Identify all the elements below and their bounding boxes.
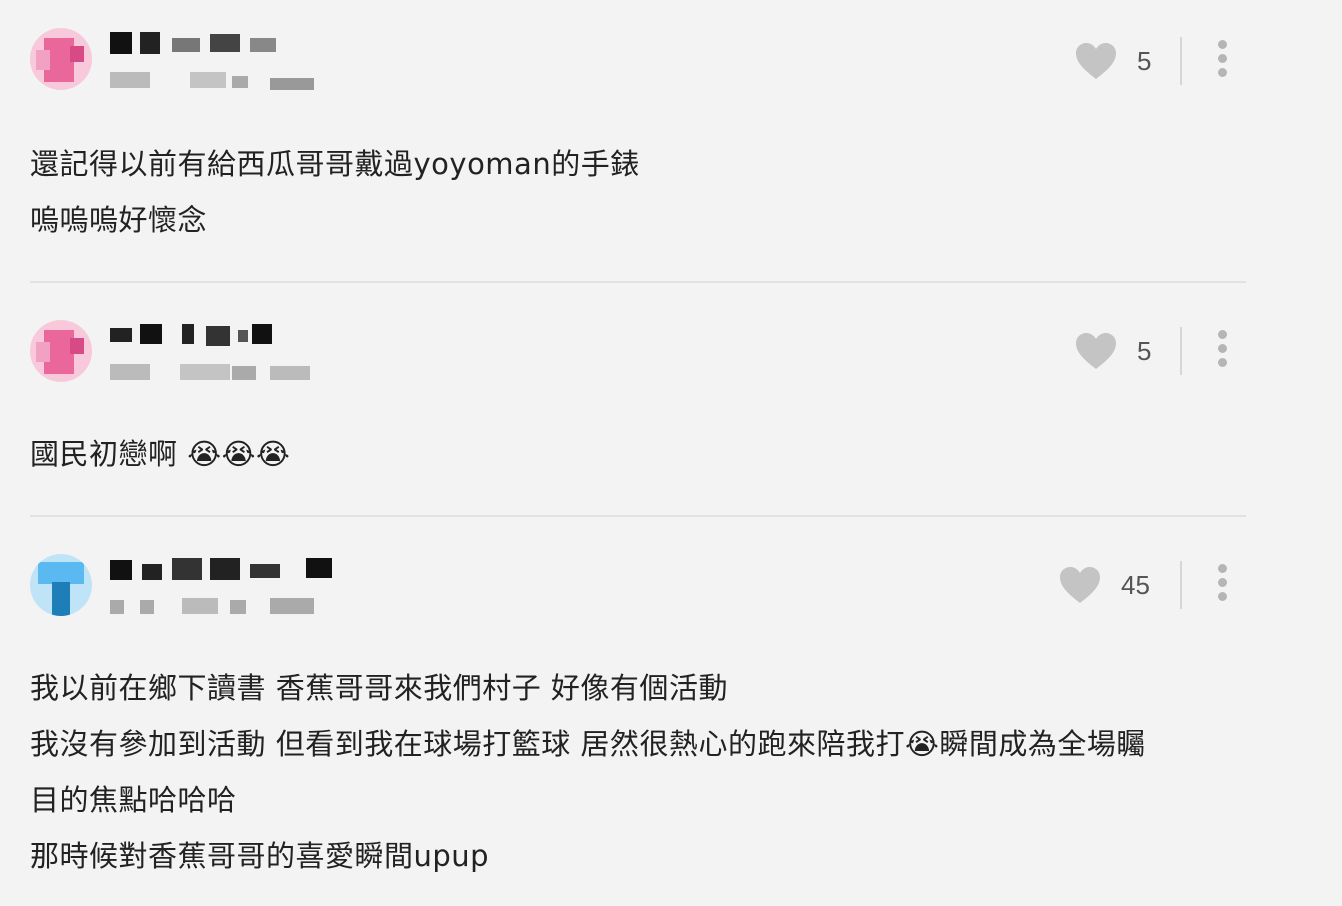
like-count: 5 [1137,335,1152,366]
like-button[interactable]: 5 [1075,42,1151,80]
divider [1180,327,1182,375]
meta-blurred [110,70,320,92]
divider [1180,561,1182,609]
more-vertical-icon[interactable] [1216,40,1228,80]
heart-icon [1060,567,1100,603]
avatar[interactable] [30,320,92,382]
heart-icon [1076,43,1116,79]
comment-text: 我以前在鄉下讀書 香蕉哥哥來我們村子 好像有個活動 我沒有參加到活動 但看到我在… [30,660,1146,884]
username-blurred[interactable] [110,556,340,580]
comment-line: 國民初戀啊 😭😭😭 [30,437,291,471]
like-button[interactable]: 5 [1075,332,1151,370]
like-button[interactable]: 45 [1059,566,1150,604]
avatar[interactable] [30,28,92,90]
like-count: 45 [1121,569,1150,600]
meta-blurred [110,596,320,618]
comment-item: 5 國民初戀啊 😭😭😭 [0,282,1342,516]
divider [1180,37,1182,85]
more-vertical-icon[interactable] [1216,564,1228,604]
comment-line: 目的焦點哈哈哈 [30,783,237,817]
comment-text: 還記得以前有給西瓜哥哥戴過yoyoman的手錶 嗚嗚嗚好懷念 [30,136,640,248]
more-vertical-icon[interactable] [1216,330,1228,370]
comment-line: 我以前在鄉下讀書 香蕉哥哥來我們村子 好像有個活動 [30,671,728,705]
comment-text: 國民初戀啊 😭😭😭 [30,426,290,482]
comment-line: 嗚嗚嗚好懷念 [30,203,208,237]
username-blurred[interactable] [110,30,290,54]
heart-icon [1076,333,1116,369]
comment-line: 那時候對香蕉哥哥的喜愛瞬間upup [30,839,490,873]
comment-item: 45 我以前在鄉下讀書 香蕉哥哥來我們村子 好像有個活動 我沒有參加到活動 但看… [0,516,1342,906]
meta-blurred [110,362,320,384]
avatar[interactable] [30,554,92,616]
like-count: 5 [1137,45,1152,76]
comment-line: 我沒有參加到活動 但看到我在球場打籃球 居然很熱心的跑來陪我打😭瞬間成為全場矚 [30,727,1146,761]
comment-item: 5 還記得以前有給西瓜哥哥戴過yoyoman的手錶 嗚嗚嗚好懷念 [0,0,1342,282]
username-blurred[interactable] [110,322,290,346]
comment-line: 還記得以前有給西瓜哥哥戴過yoyoman的手錶 [30,147,640,181]
